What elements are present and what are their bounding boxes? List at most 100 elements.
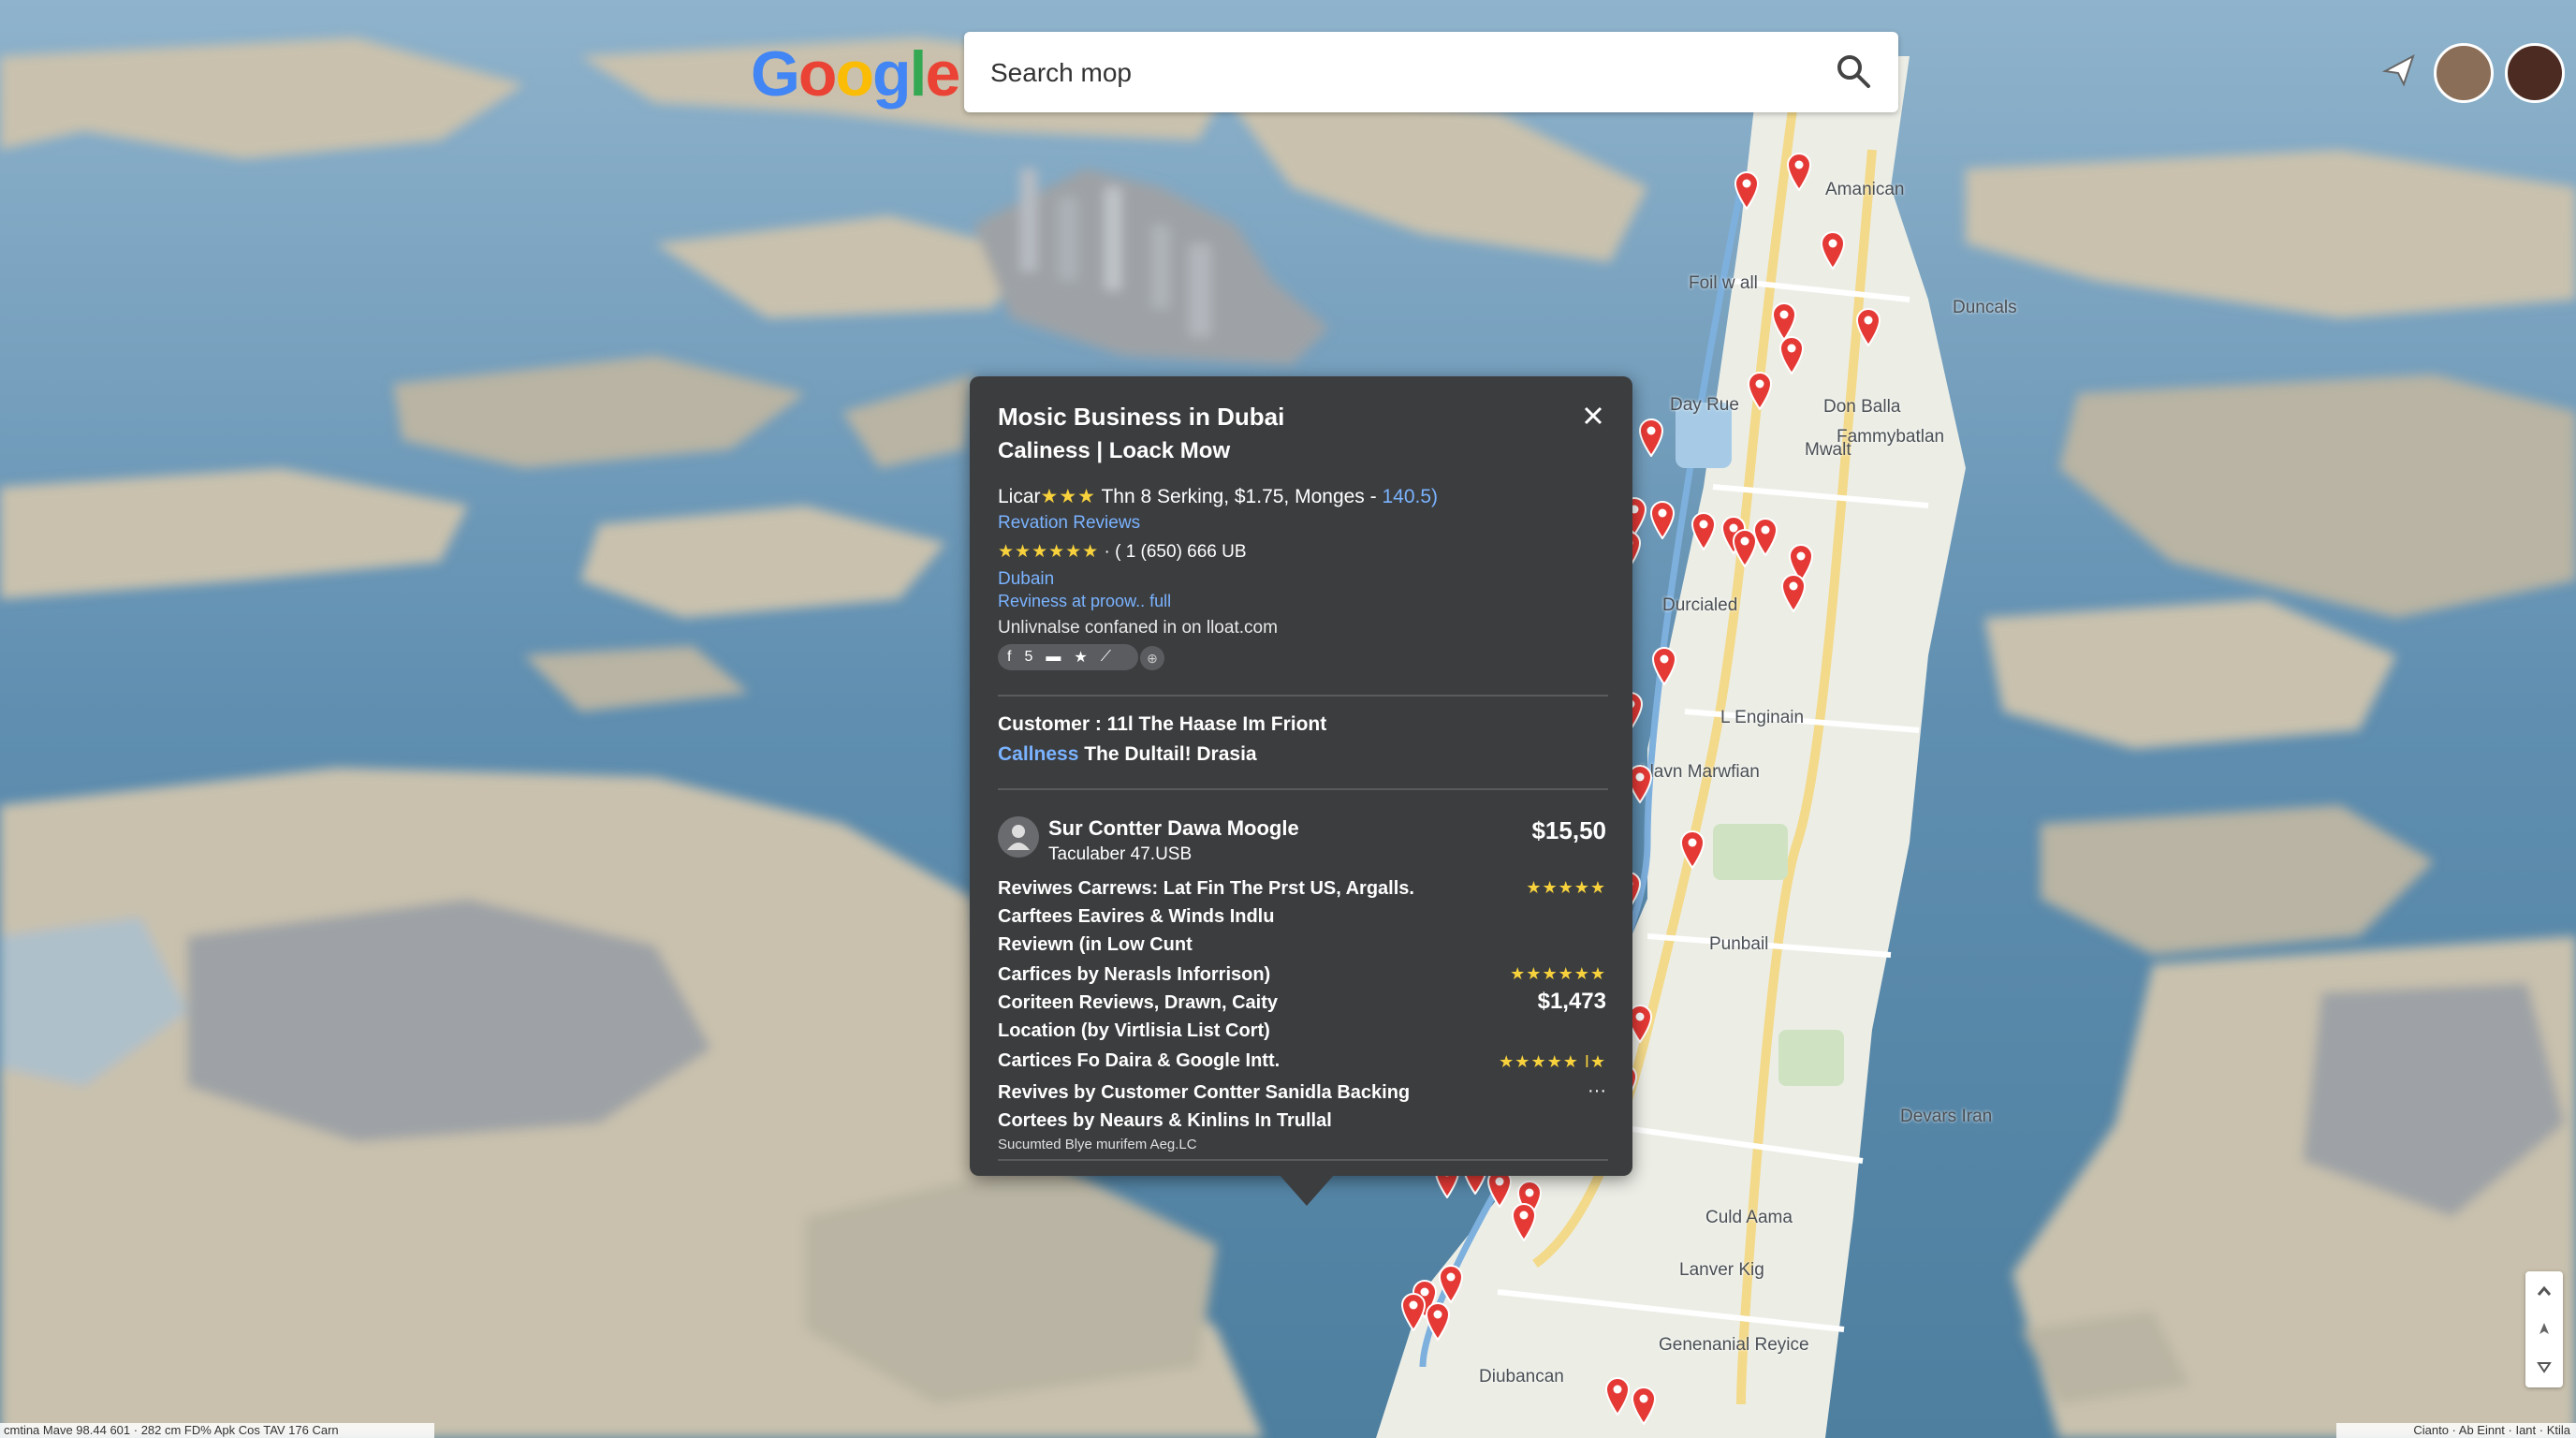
action-chips[interactable]: f 5 ▬ ★ ⟋ <box>998 644 1138 670</box>
logo-letter: G <box>751 38 800 110</box>
map-label: Punbail <box>1709 934 1769 954</box>
divider <box>998 788 1608 790</box>
row-rating: ★★★★★ I★ <box>1499 1052 1606 1071</box>
profile-avatar[interactable] <box>2505 43 2565 103</box>
list-item[interactable]: Carftees Eavires & Winds Indlu <box>998 906 1274 928</box>
place-subtitle: Caliness | Loack Mow <box>998 438 1231 463</box>
logo-letter: e <box>925 38 960 110</box>
row-rating: ★★★★★ <box>1526 878 1606 897</box>
rating-stars: ★★★ <box>1040 486 1097 507</box>
map-pin-icon[interactable] <box>1747 371 1773 410</box>
logo-letter: o <box>835 38 874 110</box>
google-logo: Google <box>751 37 960 110</box>
map-label: Foil w all <box>1689 273 1758 293</box>
map-label: L Enginain <box>1720 708 1805 727</box>
zoom-out-button[interactable] <box>2525 1348 2563 1386</box>
logo-letter: o <box>798 38 838 110</box>
preview-link[interactable]: Reviness at proow.. full <box>998 592 1171 611</box>
popup-pointer <box>1279 1174 1335 1206</box>
close-icon[interactable] <box>1576 399 1610 433</box>
map-label: Durcialed <box>1662 595 1738 615</box>
compass-icon <box>2539 1323 2549 1334</box>
rating-line: Licar★★★ Thn 8 Serking, $1.75, Monges - … <box>998 485 1438 508</box>
chevron-up-icon <box>2537 1285 2552 1296</box>
map-attribution[interactable]: Cianto · Ab Einnt · Iant · Ktila <box>2336 1423 2576 1438</box>
list-item[interactable]: Revives by Customer Contter Sanidla Back… <box>998 1082 1410 1104</box>
share-icon[interactable] <box>2381 52 2417 88</box>
message-icon[interactable]: ▬ <box>1046 649 1061 666</box>
callness-text: The Dultail! Drasia <box>1078 743 1257 765</box>
map-pin-icon[interactable] <box>1649 500 1676 539</box>
map-label: Mwalt <box>1805 440 1852 460</box>
search-input[interactable] <box>988 52 1816 94</box>
more-icon[interactable]: ··· <box>1588 1080 1606 1102</box>
list-item[interactable]: Location (by Virtlisia List Cort) <box>998 1020 1270 1042</box>
business-price: $15,50 <box>1531 816 1606 844</box>
divider <box>998 1159 1608 1161</box>
avatar[interactable] <box>2434 43 2494 103</box>
map-label: Diubancan <box>1479 1367 1564 1387</box>
list-item[interactable]: Reviwes Carrews: Lat Fin The Prst US, Ar… <box>998 878 1414 900</box>
search-icon[interactable] <box>1835 52 1872 90</box>
list-item[interactable]: Coriteen Reviews, Drawn, Caity <box>998 992 1278 1014</box>
recenter-button[interactable] <box>2525 1311 2563 1348</box>
footer-text: Sucumted Blye murifem Aeg.LC <box>998 1137 1197 1152</box>
map-pin-icon[interactable] <box>1734 170 1760 210</box>
reviews-link[interactable]: Revation Reviews <box>998 513 1140 534</box>
stars: ★★★★★★ <box>998 542 1100 562</box>
divider <box>998 695 1608 697</box>
map-label: Fammybatlan <box>1837 427 1945 447</box>
map-label: Lanver Kig <box>1679 1260 1764 1280</box>
row-rating: ★★★★★★ <box>1510 964 1606 983</box>
customer-line: Customer : 11l The Haase Im Friont <box>998 713 1327 735</box>
location-link[interactable]: Dubain <box>998 569 1054 590</box>
logo-letter: g <box>872 38 912 110</box>
map-pin-icon[interactable] <box>1786 152 1812 191</box>
map-label: Culd Aama <box>1705 1208 1793 1227</box>
map-label: Genenanial Reyice <box>1659 1335 1809 1355</box>
map-pin-icon[interactable] <box>1778 335 1805 374</box>
map-pin-icon[interactable] <box>1690 511 1717 550</box>
star-icon[interactable]: ★ <box>1074 648 1087 667</box>
callness-label[interactable]: Callness <box>998 743 1078 765</box>
place-title: Mosic Business in Dubai <box>998 403 1285 431</box>
list-item[interactable]: Cortees by Neaurs & Kinlins In Trullal <box>998 1110 1332 1132</box>
map-pin-icon[interactable] <box>1425 1301 1451 1341</box>
search-bar[interactable] <box>964 32 1898 112</box>
place-info-card: Mosic Business in Dubai Caliness | Loack… <box>970 376 1632 1176</box>
callness-line: Callness The Dultail! Drasia <box>998 743 1257 766</box>
map-label: Amanican <box>1825 180 1905 199</box>
business-name[interactable]: Sur Contter Dawa Moogle <box>1048 816 1299 841</box>
map-pin-icon[interactable] <box>1604 1376 1631 1416</box>
facebook-icon[interactable]: f <box>1007 649 1011 666</box>
count-icon[interactable]: 5 <box>1024 649 1032 666</box>
map-pin-icon[interactable] <box>1679 829 1705 869</box>
logo-letter: l <box>909 38 928 110</box>
rating-prefix: Licar <box>998 486 1041 507</box>
map-label: Don Balla <box>1823 397 1901 417</box>
map-pin-icon[interactable] <box>1638 418 1664 457</box>
map-label: Llavn Marwfian <box>1640 762 1760 782</box>
map-pin-icon[interactable] <box>1855 307 1881 346</box>
map-pin-icon[interactable] <box>1780 573 1807 612</box>
map-pin-icon[interactable] <box>1651 646 1677 685</box>
map-pin-icon[interactable] <box>1820 230 1846 270</box>
map-pin-icon[interactable] <box>1511 1202 1537 1241</box>
map-pin-icon[interactable] <box>1400 1292 1427 1331</box>
more-icon[interactable]: ⊕ <box>1140 646 1164 670</box>
zoom-in-button[interactable] <box>2525 1273 2563 1311</box>
map-pin-icon[interactable] <box>1752 517 1778 556</box>
map-label: Day Rue <box>1670 395 1739 415</box>
list-item[interactable]: Cartices Fo Daira & Google Intt. <box>998 1050 1280 1072</box>
list-item[interactable]: Reviewn (in Low Cunt <box>998 934 1193 956</box>
list-item[interactable]: Carfices by Nerasls Inforrison) <box>998 964 1270 986</box>
map-pin-icon[interactable] <box>1438 1264 1464 1303</box>
map-controls <box>2525 1271 2563 1387</box>
edit-icon[interactable]: ⟋ <box>1101 649 1111 666</box>
phone-text: · ( 1 (650) 666 UB <box>1104 542 1247 562</box>
chevron-down-icon <box>2537 1362 2552 1373</box>
status-bar: cmtina Mave 98.44 601 · 282 cm FD% Apk C… <box>0 1423 434 1438</box>
stars-line: ★★★★★★ · ( 1 (650) 666 UB <box>998 541 1247 563</box>
business-avatar <box>998 816 1039 858</box>
map-pin-icon[interactable] <box>1631 1386 1657 1425</box>
